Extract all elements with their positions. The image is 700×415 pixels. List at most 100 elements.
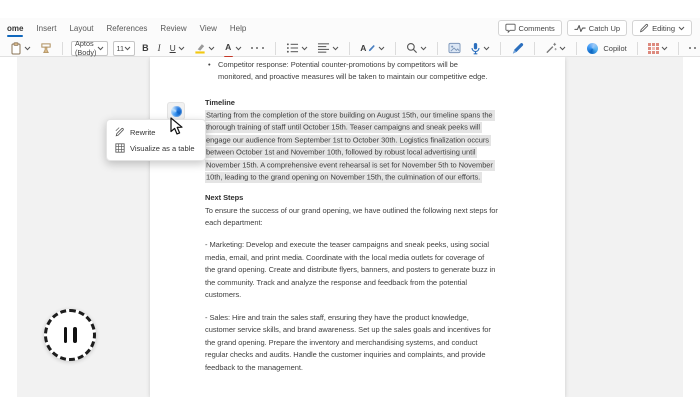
addins-button[interactable] xyxy=(646,42,670,55)
chevron-down-icon xyxy=(559,46,566,51)
magic-wand-icon xyxy=(545,42,557,54)
divider xyxy=(637,42,638,55)
catch-up-button[interactable]: Catch Up xyxy=(567,20,627,36)
underline-button[interactable]: U xyxy=(168,42,187,54)
paragraph-next-steps-intro[interactable]: To ensure the success of our grand openi… xyxy=(205,205,520,230)
designer-icon xyxy=(448,42,461,54)
dictate-button[interactable] xyxy=(468,41,492,56)
copilot-button[interactable]: Copilot xyxy=(585,42,628,55)
editing-mode-button[interactable]: Editing xyxy=(632,20,692,36)
font-name-value: Aptos (Body) xyxy=(75,39,97,57)
find-button[interactable] xyxy=(404,41,429,55)
paintbrush-icon xyxy=(40,42,52,54)
format-painter-button[interactable] xyxy=(38,41,54,55)
chevron-down-icon xyxy=(661,46,668,51)
document-canvas: Competitor response: Potential counter-p… xyxy=(17,57,683,397)
italic-label: I xyxy=(158,43,161,53)
clipboard-icon xyxy=(10,42,22,55)
header-buttons: Comments Catch Up Editing xyxy=(498,20,692,36)
tab-references[interactable]: References xyxy=(107,24,148,33)
align-lines-icon xyxy=(317,42,330,54)
timeline-heading[interactable]: Timeline xyxy=(205,97,520,109)
divider xyxy=(500,42,501,55)
italic-button[interactable]: I xyxy=(156,42,163,54)
chevron-down-icon xyxy=(24,46,31,51)
more-options-button[interactable] xyxy=(687,46,700,50)
bullet-list-button[interactable] xyxy=(284,41,310,55)
rewrite-pen-icon xyxy=(115,127,125,137)
highlighter-icon xyxy=(194,42,206,54)
copilot-sparkle-icon xyxy=(171,106,182,117)
pause-bar-icon xyxy=(64,327,68,343)
font-color-label: A xyxy=(225,42,231,52)
divider xyxy=(437,42,438,55)
font-size-select[interactable]: 11 xyxy=(113,41,136,56)
menu-item-visualize-as-table[interactable]: Visualize as a table xyxy=(107,140,205,156)
paragraph-timeline-selected[interactable]: Starting from the completion of the stor… xyxy=(205,109,520,184)
chevron-down-icon xyxy=(378,46,385,51)
tab-insert[interactable]: Insert xyxy=(36,24,56,33)
tab-view[interactable]: View xyxy=(200,24,217,33)
addins-grid-icon xyxy=(648,43,659,54)
menu-bar: ome Insert Layout References Review View… xyxy=(0,18,700,39)
rewrite-label: Rewrite xyxy=(130,128,155,137)
chevron-down-icon xyxy=(420,46,427,51)
bold-button[interactable]: B xyxy=(140,42,151,54)
highlighter-button[interactable] xyxy=(192,41,217,55)
chevron-down-icon xyxy=(483,46,490,51)
mouse-cursor-icon xyxy=(169,117,184,136)
paragraph-text: Competitor response: Potential counter-p… xyxy=(218,60,487,81)
paragraph-text: To ensure the success of our grand openi… xyxy=(205,206,498,227)
catch-up-label: Catch Up xyxy=(589,24,620,33)
paragraph-sales[interactable]: - Sales: Hire and train the sales staff,… xyxy=(205,312,520,374)
comment-icon xyxy=(505,23,516,33)
bullet-list-icon xyxy=(286,42,299,54)
chevron-down-icon xyxy=(301,46,308,51)
align-button[interactable] xyxy=(315,41,341,55)
more-formatting-button[interactable] xyxy=(249,46,268,50)
selected-text: Starting from the completion of the stor… xyxy=(205,110,495,183)
menu-item-rewrite[interactable]: Rewrite xyxy=(107,124,205,140)
search-icon xyxy=(406,42,418,54)
tab-home[interactable]: ome xyxy=(7,24,23,33)
font-name-select[interactable]: Aptos (Body) xyxy=(71,41,108,56)
paragraph-text: - Sales: Hire and train the sales staff,… xyxy=(205,313,491,372)
pulse-icon xyxy=(574,24,586,33)
divider xyxy=(395,42,396,55)
chevron-down-icon xyxy=(235,46,242,51)
chevron-down-icon xyxy=(678,26,685,31)
word-app-window: ome Insert Layout References Review View… xyxy=(0,0,700,415)
copilot-logo-icon xyxy=(587,43,598,54)
pause-indicator-button[interactable] xyxy=(44,309,96,361)
divider xyxy=(349,42,350,55)
paragraph-competitor-response[interactable]: Competitor response: Potential counter-p… xyxy=(205,59,520,84)
next-steps-heading[interactable]: Next Steps xyxy=(205,192,520,204)
divider xyxy=(534,42,535,55)
paragraph-marketing[interactable]: - Marketing: Develop and execute the tea… xyxy=(205,239,520,301)
divider xyxy=(62,42,63,55)
document-page: Competitor response: Potential counter-p… xyxy=(150,57,565,397)
tab-review[interactable]: Review xyxy=(160,24,186,33)
divider xyxy=(678,42,679,55)
copilot-context-menu: Rewrite Visualize as a table xyxy=(106,119,206,161)
chevron-down-icon xyxy=(97,46,104,51)
font-color-icon: A xyxy=(224,37,233,58)
ribbon: ome Insert Layout References Review View… xyxy=(0,18,700,57)
divider xyxy=(576,42,577,55)
styles-button[interactable]: A xyxy=(358,43,387,53)
tab-help[interactable]: Help xyxy=(230,24,246,33)
visualize-label: Visualize as a table xyxy=(130,144,195,153)
pencil-icon xyxy=(639,23,649,33)
copilot-label: Copilot xyxy=(603,44,626,53)
styles-label: A xyxy=(360,44,366,52)
pause-bar-icon xyxy=(73,327,77,343)
tab-layout[interactable]: Layout xyxy=(69,24,93,33)
chevron-down-icon xyxy=(178,46,185,51)
comments-button[interactable]: Comments xyxy=(498,20,562,36)
comments-label: Comments xyxy=(519,24,555,33)
paste-button[interactable] xyxy=(8,41,33,56)
autoformat-button[interactable] xyxy=(543,41,568,55)
editor-button[interactable] xyxy=(509,41,526,56)
microphone-icon xyxy=(470,42,481,55)
designer-button[interactable] xyxy=(446,41,463,55)
